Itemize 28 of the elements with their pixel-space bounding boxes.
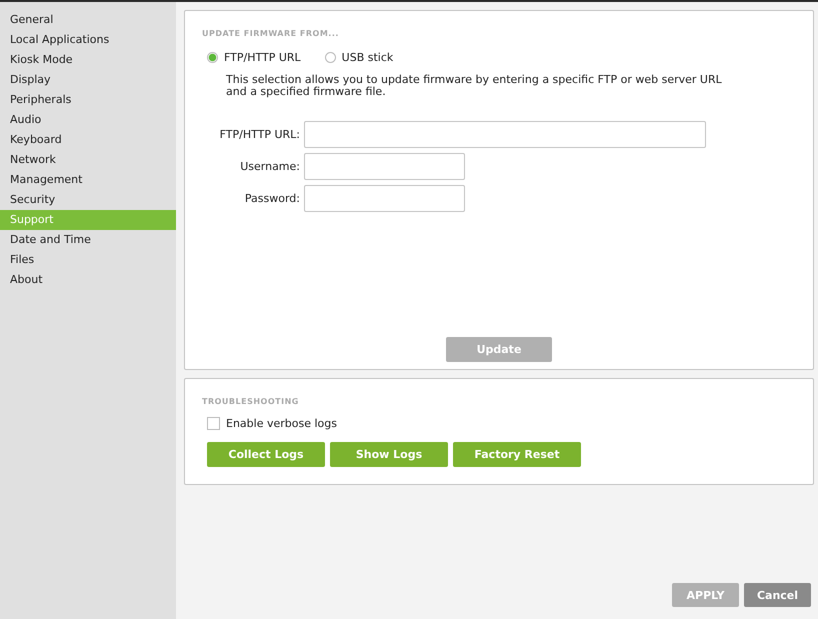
checkbox[interactable] [207, 417, 220, 430]
radio-label: USB stick [342, 51, 394, 64]
sidebar-item[interactable]: General [0, 10, 176, 30]
sidebar-item[interactable]: Audio [0, 110, 176, 130]
sidebar-item[interactable]: Display [0, 70, 176, 90]
input-field[interactable] [304, 185, 465, 212]
sidebar-item[interactable]: Keyboard [0, 130, 176, 150]
description-text: This selection allows you to update firmware by entering a specific FTP or web server URL and a specified firmware file. [225, 74, 723, 98]
input-field[interactable] [304, 121, 706, 148]
sidebar-item[interactable]: Local Applications [0, 30, 176, 50]
field-label: Password: [244, 192, 300, 205]
radio-label: FTP/HTTP URL [224, 51, 301, 64]
section-heading: TROUBLESHOOTING [202, 397, 300, 406]
sidebar-item[interactable]: Security [0, 190, 176, 210]
checkbox-label: Enable verbose logs [226, 417, 337, 430]
field-label: FTP/HTTP URL: [218, 128, 300, 141]
section-heading: UPDATE FIRMWARE FROM... [202, 29, 340, 38]
sidebar-item[interactable]: Network [0, 150, 176, 170]
sidebar-item[interactable]: Peripherals [0, 90, 176, 110]
sidebar-item[interactable]: Date and Time [0, 230, 176, 250]
sidebar-item[interactable]: Kiosk Mode [0, 50, 176, 70]
radio-button[interactable] [207, 52, 218, 63]
sidebar-item[interactable]: Management [0, 170, 176, 190]
radio-button[interactable] [324, 52, 336, 63]
input-field[interactable] [304, 153, 465, 180]
field-label: Username: [239, 160, 300, 173]
sidebar-item[interactable]: About [0, 270, 176, 290]
sidebar-item[interactable]: Files [0, 250, 176, 270]
